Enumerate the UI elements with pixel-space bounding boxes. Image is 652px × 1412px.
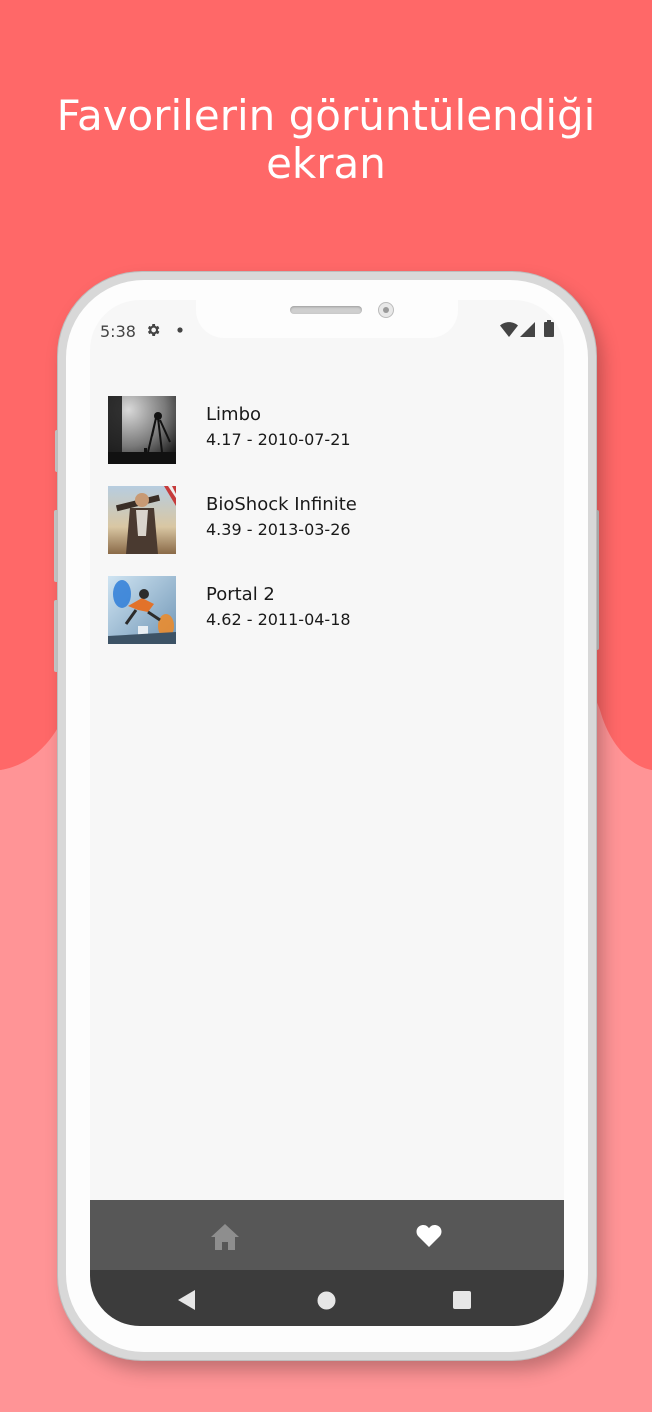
portal2-cover-image — [108, 576, 176, 644]
game-rating-date: 4.17 - 2010-07-21 — [206, 430, 351, 449]
status-time: 5:38 — [100, 322, 136, 341]
system-navigation-bar — [90, 1270, 564, 1326]
limbo-cover-image — [108, 396, 176, 464]
wifi-icon — [500, 322, 518, 337]
favorite-item-bioshock-infinite[interactable]: BioShock Infinite 4.39 - 2013-03-26 — [90, 480, 564, 560]
gear-icon — [147, 324, 160, 336]
favorite-item-portal-2[interactable]: Portal 2 4.62 - 2011-04-18 — [90, 570, 564, 650]
game-title: Portal 2 — [206, 584, 275, 605]
home-icon[interactable] — [210, 1223, 240, 1251]
headline-line-1: Favorilerin görüntülendiği — [56, 91, 596, 140]
front-camera — [378, 302, 394, 318]
page-headline: Favorilerin görüntülendiği ekran — [0, 92, 652, 188]
home-circle-icon[interactable] — [317, 1291, 336, 1310]
game-rating-date: 4.62 - 2011-04-18 — [206, 610, 351, 629]
battery-icon — [544, 320, 554, 337]
heart-icon[interactable] — [416, 1224, 442, 1247]
game-rating-date: 4.39 - 2013-03-26 — [206, 520, 351, 539]
recents-icon[interactable] — [453, 1291, 471, 1309]
signal-icon — [520, 322, 535, 337]
game-title: Limbo — [206, 404, 262, 425]
speaker-grille — [290, 306, 362, 314]
bottom-tab-bar — [90, 1200, 564, 1270]
headline-line-2: ekran — [266, 139, 386, 188]
game-title: BioShock Infinite — [206, 494, 357, 515]
bioshock-cover-image — [108, 486, 176, 554]
back-icon[interactable] — [178, 1290, 196, 1310]
favorite-item-limbo[interactable]: Limbo 4.17 - 2010-07-21 — [90, 390, 564, 470]
dot-icon — [177, 327, 183, 333]
